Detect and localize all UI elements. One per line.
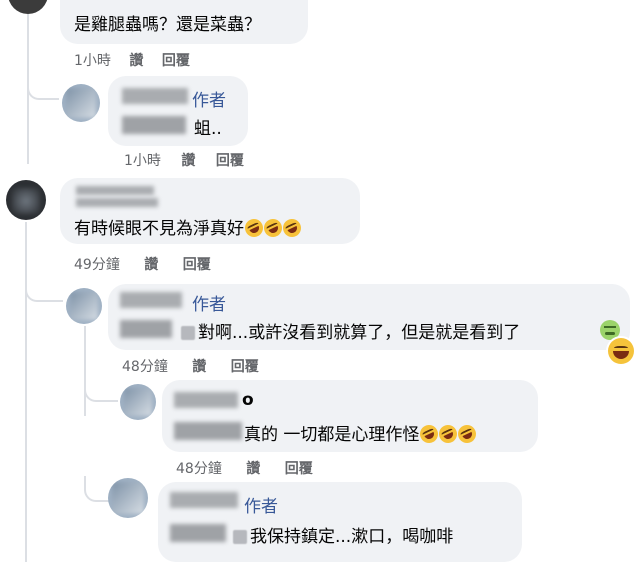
reply-button[interactable]: 回覆	[216, 153, 244, 169]
comment-time[interactable]: 1小時	[74, 53, 111, 69]
like-button[interactable]: 讚	[192, 359, 206, 375]
thread-connector	[27, 72, 59, 100]
thread-connector	[84, 376, 118, 402]
comment-meta: 1小時 讚 回覆	[124, 150, 244, 170]
comment-bubble: o 真的 一切都是心理作怪	[162, 380, 538, 452]
comment-bubble: 是雞腿蟲嗎？還是菜蟲？	[60, 0, 308, 44]
comment-text: 我保持鎮定...漱口，喝咖啡	[230, 522, 453, 547]
comment-time[interactable]: 48分鐘	[176, 461, 222, 477]
thread-line	[25, 222, 27, 562]
redacted-name	[174, 392, 238, 408]
profile-icon	[233, 530, 247, 544]
redacted-mention	[120, 320, 172, 338]
name-suffix: o	[242, 390, 254, 410]
comment-text: 真的 一切都是心理作怪	[244, 420, 480, 446]
redacted-mention	[174, 422, 242, 440]
redacted-name	[170, 492, 238, 508]
comment-text: 蛆..	[194, 119, 222, 139]
reply-button[interactable]: 回覆	[231, 359, 259, 375]
avatar[interactable]	[66, 288, 102, 324]
redacted-mention	[122, 116, 186, 134]
comment-text-body: 真的 一切都是心理作怪	[244, 425, 420, 445]
grinning-reaction[interactable]	[608, 338, 634, 364]
comment-text-body: 我保持鎮定...漱口，喝咖啡	[250, 527, 454, 547]
redacted-mention	[170, 524, 226, 542]
avatar[interactable]	[62, 84, 100, 122]
rofl-emoji	[280, 216, 304, 240]
comment-time[interactable]: 1小時	[124, 153, 161, 169]
rofl-emoji	[455, 422, 480, 446]
author-badge: 作者	[192, 295, 226, 315]
reply-button[interactable]: 回覆	[162, 53, 190, 69]
redacted-name	[120, 292, 182, 308]
avatar[interactable]	[8, 0, 48, 14]
nauseated-emoji	[600, 320, 620, 340]
comment-bubble: 作者 對啊...或許沒看到就算了，但是就是看到了	[108, 284, 630, 350]
comment-time[interactable]: 48分鐘	[122, 359, 168, 375]
author-badge: 作者	[244, 497, 278, 517]
comment-time[interactable]: 49分鐘	[74, 257, 120, 273]
redacted-name	[76, 186, 154, 195]
like-button[interactable]: 讚	[246, 461, 260, 477]
rofl-emoji	[242, 216, 266, 240]
comment-text-body: 對啊...或許沒看到就算了，但是就是看到了	[198, 323, 521, 343]
comment-meta: 48分鐘 讚 回覆	[176, 458, 313, 478]
avatar[interactable]	[108, 478, 148, 518]
comment-text-body: 有時候眼不見為淨真好	[74, 219, 244, 239]
comment-meta: 1小時 讚 回覆	[74, 50, 190, 70]
reply-button[interactable]: 回覆	[183, 257, 211, 273]
thread-connector	[25, 276, 63, 302]
redacted-name	[76, 198, 158, 207]
comment-text: 對啊...或許沒看到就算了，但是就是看到了	[178, 318, 520, 343]
rofl-emoji	[261, 216, 285, 240]
comment-bubble: 有時候眼不見為淨真好	[60, 178, 360, 244]
avatar[interactable]	[120, 384, 156, 420]
comment-text: 是雞腿蟲嗎？還是菜蟲？	[74, 15, 261, 35]
comment-bubble: 作者 蛆..	[108, 76, 248, 146]
comment-meta: 48分鐘 讚 回覆	[122, 356, 259, 376]
comment-meta: 49分鐘 讚 回覆	[74, 254, 211, 274]
reply-button[interactable]: 回覆	[285, 461, 313, 477]
like-button[interactable]: 讚	[181, 153, 195, 169]
comment-text: 有時候眼不見為淨真好	[74, 214, 304, 240]
redacted-name	[122, 88, 188, 104]
like-button[interactable]: 讚	[144, 257, 158, 273]
avatar[interactable]	[6, 180, 46, 220]
thread-line	[84, 326, 86, 416]
profile-icon	[181, 326, 195, 340]
like-button[interactable]: 讚	[129, 53, 143, 69]
author-badge: 作者	[192, 91, 226, 111]
comment-bubble: 作者 我保持鎮定...漱口，喝咖啡	[158, 482, 522, 562]
